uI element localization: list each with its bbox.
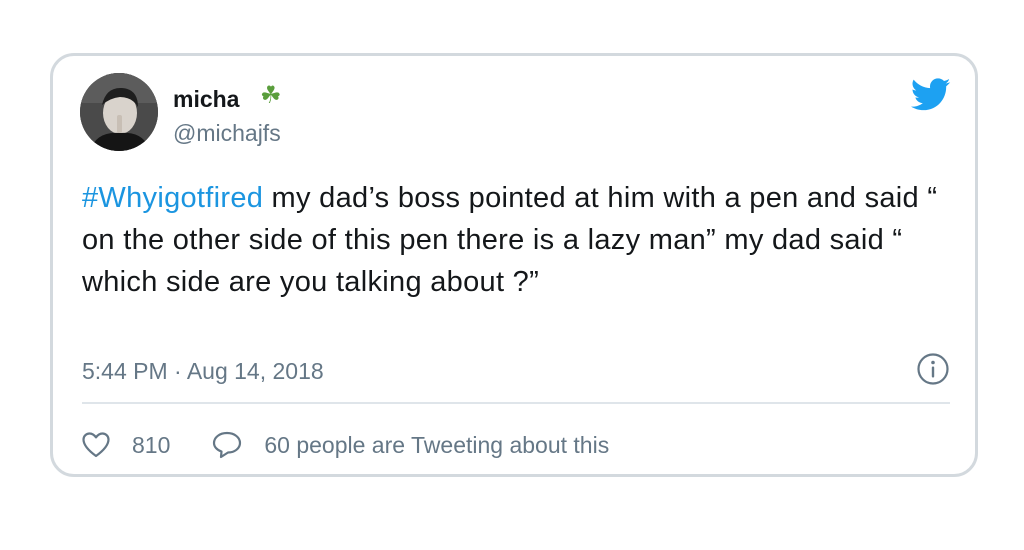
like-count: 810 — [132, 431, 171, 458]
tweet-timestamp[interactable]: 5:44 PM · Aug 14, 2018 — [82, 358, 324, 385]
user-handle[interactable]: @michajfs — [173, 120, 281, 147]
divider — [82, 402, 950, 404]
avatar[interactable] — [80, 73, 158, 151]
avatar-photo — [80, 73, 158, 151]
like-action[interactable]: 810 — [82, 432, 170, 459]
tweeting-about-action[interactable]: 60 people are Tweeting about this — [212, 431, 609, 459]
info-icon[interactable] — [916, 352, 950, 386]
twitter-bird-icon[interactable] — [911, 78, 951, 112]
shamrock-emoji: ☘ — [260, 82, 282, 109]
tweet-actions: 810 60 people are Tweeting about this — [82, 427, 609, 463]
tweet-card: micha ☘ @michajfs #Whyigotfired my dad’s… — [50, 53, 978, 477]
hashtag-link[interactable]: #Whyigotfired — [82, 182, 263, 214]
display-name[interactable]: micha — [173, 86, 239, 113]
heart-icon — [82, 432, 110, 458]
tweet-text: #Whyigotfired my dad’s boss pointed at h… — [82, 177, 942, 303]
tweeting-about-text: 60 people are Tweeting about this — [264, 431, 610, 458]
speech-bubble-icon — [213, 431, 242, 459]
